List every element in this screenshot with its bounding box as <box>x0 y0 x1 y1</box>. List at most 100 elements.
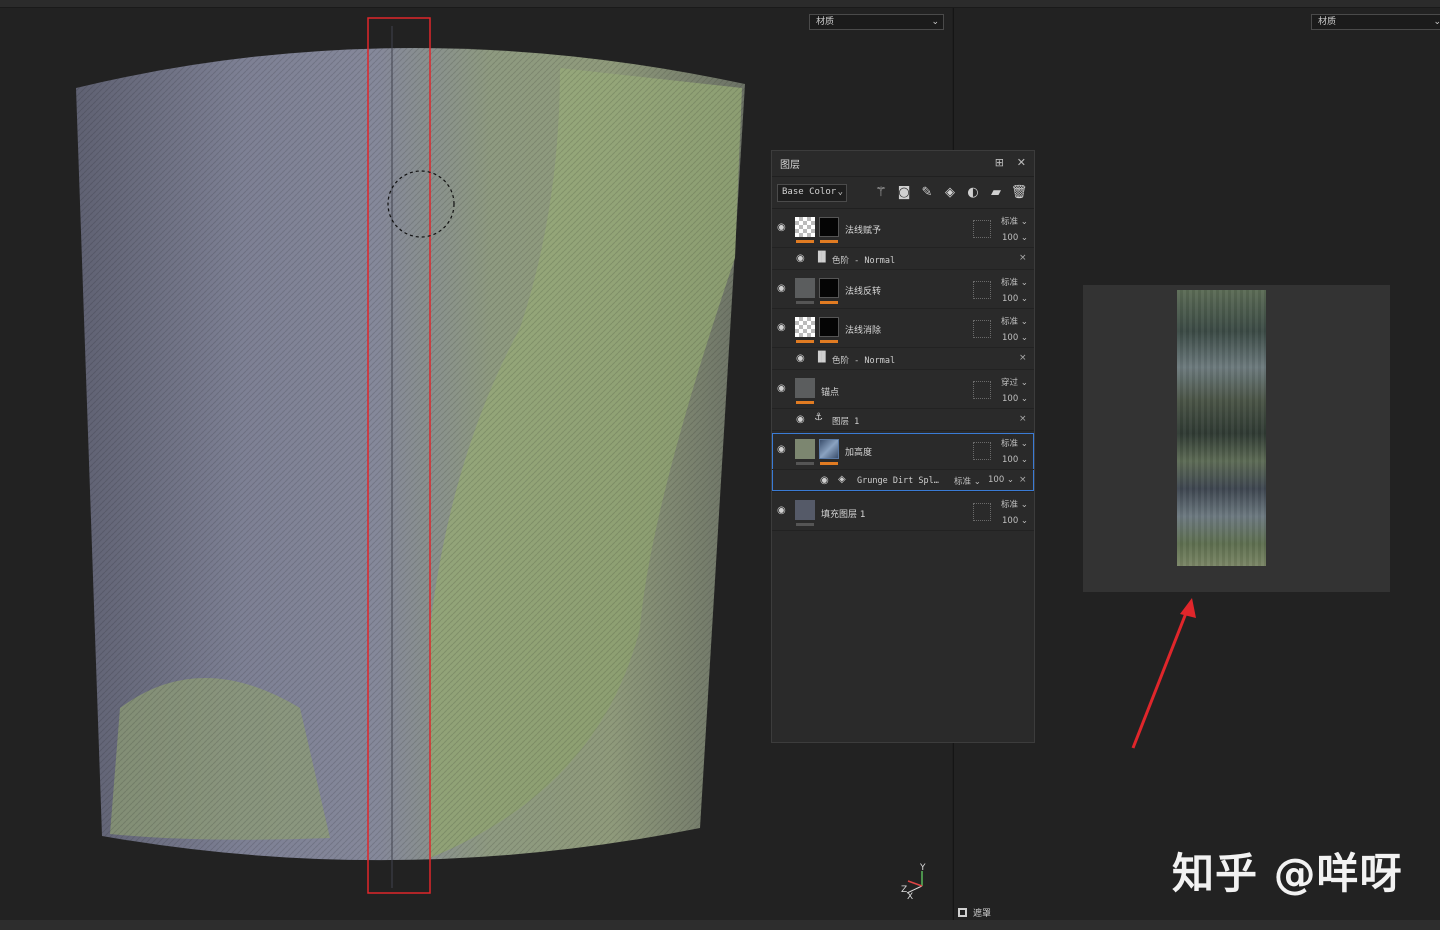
layer-mask-slot[interactable] <box>973 381 991 399</box>
layer-row[interactable]: ◉ 填充图层 1 标准 ⌄ 100 ⌄ <box>772 493 1034 531</box>
layer-name[interactable]: 法线反转 <box>845 284 881 297</box>
blend-mode-select[interactable]: 标准 ⌄ <box>1001 498 1028 510</box>
eye-icon[interactable]: ◉ <box>777 384 791 394</box>
opacity-value[interactable]: 100 ⌄ <box>1002 394 1028 404</box>
anchor-source-name: 图层 1 <box>832 417 860 427</box>
chevron-down-icon: ⌄ <box>837 186 843 197</box>
fill-effect-row[interactable]: ◉ ◈ Grunge Dirt Spl… 标准 ⌄ 100 ⌄ × <box>772 470 1034 492</box>
layer-mask-slot[interactable] <box>973 281 991 299</box>
remove-effect-icon[interactable]: × <box>1019 253 1027 263</box>
eye-icon[interactable]: ◉ <box>777 445 791 455</box>
folder-icon[interactable]: ▰ <box>987 184 1005 202</box>
dock-icon[interactable]: ⊞ <box>995 156 1004 169</box>
opacity-label: 100 <box>1002 294 1019 304</box>
paint-brush-icon[interactable]: ✎ <box>918 184 936 202</box>
mask-indicator <box>820 340 838 343</box>
anchor-row[interactable]: ◉ ⚓ 图层 1 × <box>772 409 1034 431</box>
mask-toggle[interactable]: 遮罩 <box>958 906 991 919</box>
mask-thumbnail[interactable] <box>819 317 839 337</box>
channel-indicator <box>796 240 814 243</box>
layer-mask-slot[interactable] <box>973 220 991 238</box>
mask-thumbnail[interactable] <box>819 439 839 459</box>
blend-mode-select[interactable]: 标准 ⌄ <box>1001 437 1028 449</box>
layer-name[interactable]: 加高度 <box>845 445 872 458</box>
bottom-bar <box>0 920 1440 930</box>
blend-mode-select[interactable]: 标准 ⌄ <box>1001 315 1028 327</box>
layer-thumbnail <box>795 317 815 337</box>
close-icon[interactable]: ✕ <box>1017 156 1026 169</box>
opacity-value[interactable]: 100 ⌄ <box>1002 294 1028 304</box>
blend-mode-label: 标准 <box>1001 317 1019 327</box>
mask-thumbnail[interactable] <box>819 217 839 237</box>
remove-effect-icon[interactable]: × <box>1019 414 1027 424</box>
eye-icon[interactable]: ◉ <box>820 476 834 486</box>
opacity-value[interactable]: 100 ⌄ <box>1002 333 1028 343</box>
blend-mode-label: 穿过 <box>1001 378 1019 388</box>
uv-preview <box>1083 285 1390 592</box>
channel-indicator <box>796 340 814 343</box>
layer-name[interactable]: 填充图层 1 <box>821 507 866 520</box>
opacity-value[interactable]: 100 ⌄ <box>1002 233 1028 243</box>
mask-indicator <box>820 301 838 304</box>
channel-select[interactable]: Base Color ⌄ <box>777 183 847 202</box>
viewport-2d-select-label: 材质 <box>1318 17 1337 27</box>
viewport-2d-material-select[interactable]: 材质 ⌄ <box>1311 14 1440 30</box>
fill-bucket-icon[interactable]: ◈ <box>941 184 959 202</box>
layer-name[interactable]: 法线消除 <box>845 323 881 336</box>
mask-thumbnail[interactable] <box>819 278 839 298</box>
checkbox-icon <box>958 908 967 917</box>
blend-mode-select[interactable]: 穿过 ⌄ <box>1001 376 1028 388</box>
eye-icon[interactable]: ◉ <box>796 254 810 264</box>
magic-wand-icon[interactable]: ⚚ <box>872 184 890 202</box>
eye-icon[interactable]: ◉ <box>777 506 791 516</box>
mask-toggle-label: 遮罩 <box>973 909 992 919</box>
eye-icon[interactable]: ◉ <box>796 415 810 425</box>
top-bar <box>0 0 1440 8</box>
add-mask-icon[interactable]: ◙ <box>895 184 913 202</box>
channel-indicator <box>796 462 814 465</box>
opacity-label: 100 <box>1002 333 1019 343</box>
mask-indicator <box>820 462 838 465</box>
mask-indicator <box>820 240 838 243</box>
effect-row[interactable]: ◉ ▐▌ 色阶 - Normal × <box>772 348 1034 370</box>
channel-indicator <box>796 301 814 304</box>
effect-row[interactable]: ◉ ▐▌ 色阶 - Normal × <box>772 248 1034 270</box>
opacity-value[interactable]: 100 ⌄ <box>1002 516 1028 526</box>
axis-x-label: X <box>907 892 914 902</box>
eye-icon[interactable]: ◉ <box>777 323 791 333</box>
layer-mask-slot[interactable] <box>973 503 991 521</box>
effect-blend-select[interactable]: 标准 ⌄ <box>954 475 981 487</box>
opacity-label: 100 <box>1002 233 1019 243</box>
layer-row-selected[interactable]: ◉ 加高度 标准 ⌄ 100 ⌄ <box>772 432 1034 470</box>
layer-mask-slot[interactable] <box>973 320 991 338</box>
eye-icon[interactable]: ◉ <box>777 223 791 233</box>
layer-row[interactable]: ◉ 法线消除 标准 ⌄ 100 ⌄ <box>772 310 1034 348</box>
blend-mode-label: 标准 <box>1001 500 1019 510</box>
blend-mode-select[interactable]: 标准 ⌄ <box>1001 215 1028 227</box>
axis-y-label: Y <box>920 863 926 873</box>
layer-row[interactable]: ◉ 法线反转 标准 ⌄ 100 ⌄ <box>772 271 1034 309</box>
trash-icon[interactable]: 🗑 <box>1010 184 1028 202</box>
layer-row[interactable]: ◉ 锚点 穿过 ⌄ 100 ⌄ <box>772 371 1034 409</box>
layer-thumbnail <box>795 278 815 298</box>
blend-mode-select[interactable]: 标准 ⌄ <box>1001 276 1028 288</box>
opacity-label: 100 <box>1002 455 1019 465</box>
remove-effect-icon[interactable]: × <box>1019 475 1027 485</box>
layer-mask-slot[interactable] <box>973 442 991 460</box>
remove-effect-icon[interactable]: × <box>1019 353 1027 363</box>
layer-row[interactable]: ◉ 法线赋予 标准 ⌄ 100 ⌄ <box>772 210 1034 248</box>
layer-name[interactable]: 法线赋予 <box>845 223 881 236</box>
channel-indicator <box>796 401 814 404</box>
effect-opacity-value[interactable]: 100 ⌄ <box>988 475 1014 485</box>
surface-texture <box>76 47 745 861</box>
levels-icon: ▐▌ <box>814 352 830 363</box>
smart-material-icon[interactable]: ◐ <box>964 184 982 202</box>
eye-icon[interactable]: ◉ <box>777 284 791 294</box>
opacity-value[interactable]: 100 ⌄ <box>1002 455 1028 465</box>
layers-panel[interactable]: 图层 ⊞ ✕ Base Color ⌄ ⚚ ◙ ✎ ◈ ◐ ▰ 🗑 ◉ 法线赋予… <box>771 150 1035 743</box>
eye-icon[interactable]: ◉ <box>796 354 810 364</box>
chevron-down-icon: ⌄ <box>1433 17 1440 27</box>
opacity-label: 100 <box>1002 516 1019 526</box>
layer-thumbnail <box>795 439 815 459</box>
layer-name[interactable]: 锚点 <box>821 385 839 398</box>
